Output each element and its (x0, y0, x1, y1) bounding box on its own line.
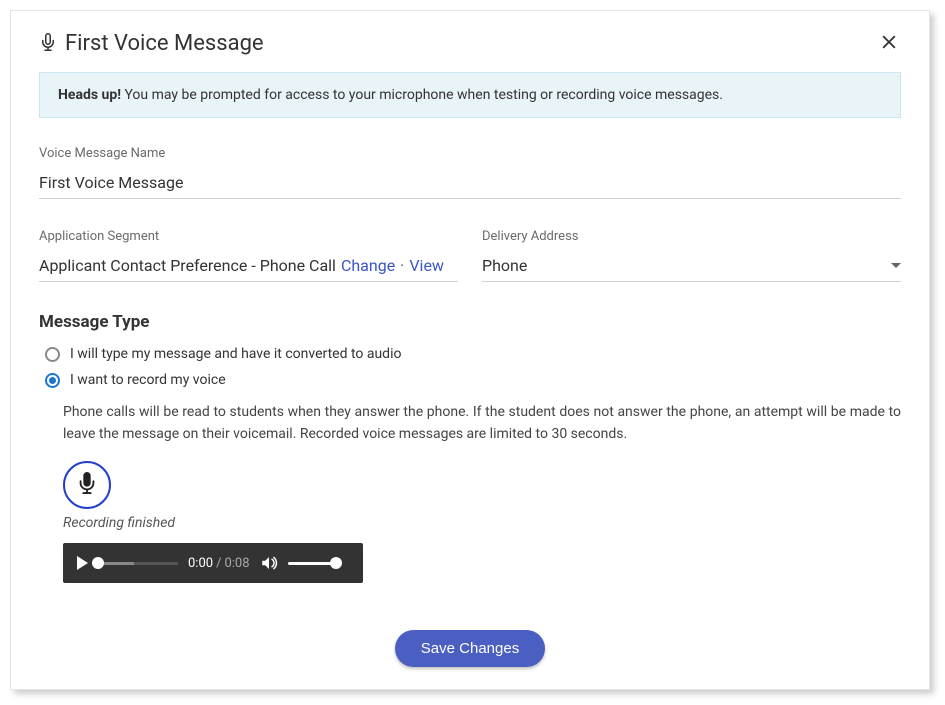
delivery-select[interactable]: Phone (482, 252, 901, 282)
segment-label: Application Segment (39, 229, 458, 244)
audio-player: 0:00 / 0:08 (63, 543, 363, 583)
radio-icon (45, 347, 60, 362)
modal-header: First Voice Message (39, 11, 901, 72)
seek-thumb (92, 557, 104, 569)
time-current: 0:00 (188, 556, 213, 571)
delivery-label: Delivery Address (482, 229, 901, 244)
close-icon (879, 32, 899, 56)
play-button[interactable] (77, 556, 88, 570)
radio-icon (45, 373, 60, 388)
radio-label: I want to record my voice (70, 372, 226, 388)
time-slash: / (216, 556, 221, 571)
record-section: Recording finished 0:00 / 0:08 (63, 461, 901, 583)
delivery-value: Phone (482, 256, 527, 275)
message-type-option-text-to-audio[interactable]: I will type my message and have it conve… (45, 346, 901, 362)
microphone-icon (39, 33, 57, 55)
message-type-heading: Message Type (39, 312, 901, 332)
recording-status: Recording finished (63, 515, 901, 531)
modal-footer: Save Changes (11, 630, 929, 667)
voice-message-modal: First Voice Message Heads up! You may be… (10, 10, 930, 690)
chevron-down-icon (891, 263, 901, 268)
seek-slider[interactable] (98, 562, 178, 565)
segment-value: Applicant Contact Preference - Phone Cal… (39, 256, 336, 275)
time-display: 0:00 / 0:08 (188, 556, 250, 571)
volume-thumb (330, 557, 342, 569)
volume-icon[interactable] (260, 554, 278, 572)
segment-display: Applicant Contact Preference - Phone Cal… (39, 252, 458, 282)
save-changes-button[interactable]: Save Changes (395, 630, 545, 667)
record-button[interactable] (63, 461, 111, 509)
modal-title: First Voice Message (65, 31, 264, 56)
segment-separator: · (400, 256, 404, 275)
delivery-group: Delivery Address Phone (482, 229, 901, 282)
message-type-option-record-voice[interactable]: I want to record my voice (45, 372, 901, 388)
voice-name-input[interactable] (39, 169, 901, 199)
alert-text: You may be prompted for access to your m… (121, 87, 723, 103)
voice-name-label: Voice Message Name (39, 146, 901, 161)
segment-view-link[interactable]: View (409, 256, 444, 275)
radio-label: I will type my message and have it conve… (70, 346, 401, 362)
voice-name-group: Voice Message Name (39, 146, 901, 199)
message-type-helper: Phone calls will be read to students whe… (63, 402, 901, 445)
microphone-icon (76, 472, 98, 498)
segment-change-link[interactable]: Change (341, 256, 395, 275)
heads-up-alert: Heads up! You may be prompted for access… (39, 72, 901, 118)
alert-prefix: Heads up! (58, 87, 121, 103)
time-total: 0:08 (224, 556, 249, 571)
segment-group: Application Segment Applicant Contact Pr… (39, 229, 458, 282)
volume-slider[interactable] (288, 562, 336, 565)
message-type-radio-group: I will type my message and have it conve… (45, 346, 901, 388)
close-button[interactable] (877, 32, 901, 56)
title-wrap: First Voice Message (39, 31, 264, 56)
